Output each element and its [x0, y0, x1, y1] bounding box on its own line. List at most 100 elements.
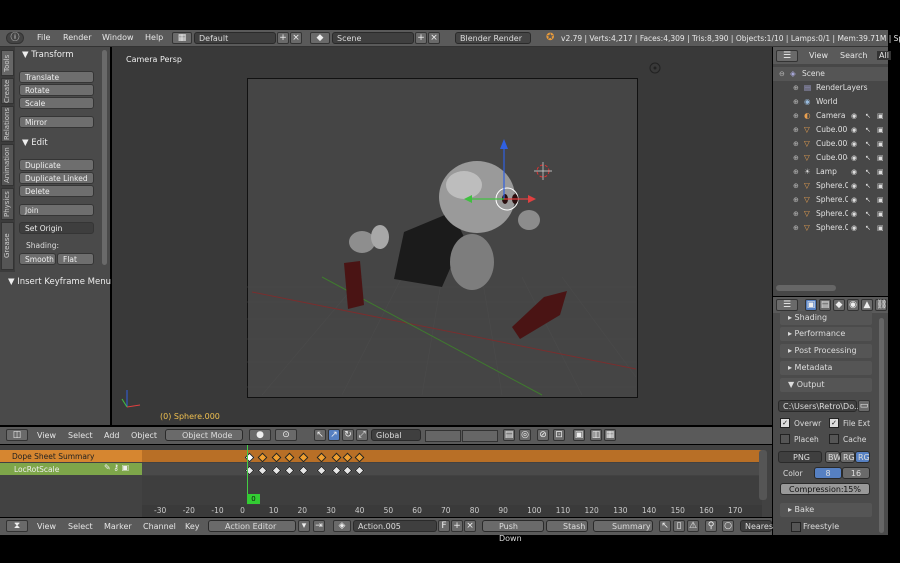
- snap-icon[interactable]: ⊘: [537, 429, 549, 441]
- editor-type-icon[interactable]: ☰: [776, 299, 798, 311]
- tab-grease-pencil[interactable]: Grease Pencil: [1, 222, 14, 270]
- join-button[interactable]: Join: [19, 204, 94, 216]
- editor-type-icon[interactable]: ☰: [776, 50, 798, 62]
- action-name-field[interactable]: Action.005: [353, 520, 437, 532]
- new-action-button[interactable]: +: [451, 520, 463, 532]
- overwrite-checkbox[interactable]: ✓: [780, 418, 790, 428]
- render-icon[interactable]: ▣: [877, 151, 884, 165]
- expand-toggle-icon[interactable]: ⊕: [793, 151, 799, 165]
- shading-panel[interactable]: ▸ Shading: [780, 311, 872, 325]
- scale-button[interactable]: Scale: [19, 97, 94, 109]
- cursor-icon[interactable]: ↖: [865, 123, 871, 137]
- tab-animation[interactable]: Animation: [1, 144, 14, 186]
- current-frame-indicator[interactable]: 0: [247, 494, 260, 504]
- freestyle-checkbox[interactable]: [791, 522, 801, 532]
- viewport-shading-icon[interactable]: ●: [249, 429, 271, 441]
- expand-toggle-icon[interactable]: ⊕: [793, 193, 799, 207]
- eye-icon[interactable]: ◉: [851, 165, 857, 179]
- compression-slider[interactable]: Compression: 15%: [780, 483, 870, 495]
- eye-icon[interactable]: ◉: [851, 109, 857, 123]
- cursor-icon[interactable]: ↖: [865, 151, 871, 165]
- bake-panel[interactable]: ▸ Bake: [780, 503, 872, 517]
- eye-icon[interactable]: ◉: [851, 221, 857, 235]
- expand-toggle-icon[interactable]: ⊕: [793, 81, 799, 95]
- menu-view[interactable]: View: [37, 522, 56, 531]
- outliner-item[interactable]: ⊕ ▤ RenderLayers: [773, 81, 888, 95]
- layers-grid-b[interactable]: [462, 430, 498, 442]
- expand-toggle-icon[interactable]: ⊕: [793, 207, 799, 221]
- transform-orientation-select[interactable]: Global: [371, 429, 421, 441]
- tab-tools[interactable]: Tools: [1, 50, 14, 76]
- interpolation-select[interactable]: Nearest: [740, 520, 776, 532]
- transform-panel-header[interactable]: ▼ Transform: [22, 50, 74, 60]
- editor-type-icon[interactable]: ◫: [6, 429, 28, 441]
- snap-target-icon[interactable]: ⊡: [553, 429, 565, 441]
- expand-toggle-icon[interactable]: ⊕: [793, 123, 799, 137]
- constraints-tab-icon[interactable]: ⛓: [875, 299, 887, 311]
- eye-icon[interactable]: ◉: [851, 151, 857, 165]
- file-extensions-checkbox[interactable]: ✓: [829, 418, 839, 428]
- cursor-icon[interactable]: ↖: [865, 179, 871, 193]
- translate-manipulator-icon[interactable]: ↗: [328, 429, 340, 441]
- only-errors-icon[interactable]: ⚠: [687, 520, 699, 532]
- render-icon[interactable]: ▣: [877, 193, 884, 207]
- metadata-panel[interactable]: ▸ Metadata: [780, 361, 872, 375]
- color-rgba-button[interactable]: RG: [855, 451, 870, 463]
- render-icon[interactable]: ▣: [877, 123, 884, 137]
- render-icon[interactable]: ▣: [877, 109, 884, 123]
- expand-toggle-icon[interactable]: ⊕: [793, 137, 799, 151]
- menu-render[interactable]: Render: [63, 33, 91, 42]
- show-pin-icon[interactable]: ⇥: [313, 520, 325, 532]
- fake-user-button[interactable]: F: [438, 520, 450, 532]
- render-icon[interactable]: ▣: [877, 165, 884, 179]
- menu-file[interactable]: File: [37, 33, 50, 42]
- proportional-edit-icon[interactable]: ◎: [519, 429, 531, 441]
- outliner-item[interactable]: ⊕ ▽ Sphere.003◉ ↖ ▣: [773, 221, 888, 235]
- unlink-action-button[interactable]: ×: [464, 520, 476, 532]
- tab-relations[interactable]: Relations: [1, 106, 14, 142]
- editor-type-icon[interactable]: ⓘ: [6, 32, 24, 44]
- post-processing-panel[interactable]: ▸ Post Processing: [780, 344, 872, 358]
- scene-field[interactable]: Scene: [332, 32, 414, 44]
- remove-layout-button[interactable]: ×: [290, 32, 302, 44]
- manipulator-toggle-icon[interactable]: ↖: [314, 429, 326, 441]
- rotate-manipulator-icon[interactable]: ↻: [342, 429, 354, 441]
- action-browse-icon[interactable]: ◈: [333, 520, 351, 532]
- only-selected-icon[interactable]: ↖: [659, 520, 671, 532]
- object-tab-icon[interactable]: ▲: [861, 299, 873, 311]
- summary-toggle[interactable]: Summary: [593, 520, 653, 532]
- tool-shelf-scrollbar[interactable]: [102, 50, 107, 265]
- stash-button[interactable]: Stash: [546, 520, 588, 532]
- screen-layout-icon[interactable]: ▦: [172, 32, 192, 44]
- filter-icon[interactable]: ⚲: [705, 520, 717, 532]
- summary-track[interactable]: [142, 450, 762, 462]
- eye-icon[interactable]: ◉: [851, 193, 857, 207]
- auto-snap-icon[interactable]: ○: [722, 520, 734, 532]
- viewport-scene[interactable]: [112, 47, 772, 425]
- rotate-button[interactable]: Rotate: [19, 84, 94, 96]
- expand-toggle-icon[interactable]: ⊕: [793, 109, 799, 123]
- menu-search[interactable]: Search: [840, 51, 867, 60]
- layers-grid-a[interactable]: [425, 430, 461, 442]
- scene-icon[interactable]: ◆: [310, 32, 330, 44]
- character-model[interactable]: [344, 161, 567, 339]
- expand-toggle-icon[interactable]: ⊕: [793, 221, 799, 235]
- expand-toggle-icon[interactable]: ⊕: [793, 95, 799, 109]
- outliner-item[interactable]: ⊕ ▽ Sphere.000◉ ↖ ▣: [773, 179, 888, 193]
- render-layers-tab-icon[interactable]: ▤: [819, 299, 831, 311]
- cursor-icon[interactable]: ↖: [865, 193, 871, 207]
- expand-toggle-icon[interactable]: ⊕: [793, 179, 799, 193]
- menu-select[interactable]: Select: [68, 522, 93, 531]
- render-icon[interactable]: ▣: [877, 221, 884, 235]
- outliner-item[interactable]: ⊕ ▽ Sphere.002◉ ↖ ▣: [773, 207, 888, 221]
- cursor-icon[interactable]: ↖: [865, 165, 871, 179]
- dope-sheet-scrollbar[interactable]: [759, 450, 767, 500]
- outliner-scrollbar[interactable]: [776, 285, 836, 291]
- outliner-item[interactable]: ⊕ ▽ Cube.001◉ ↖ ▣: [773, 123, 888, 137]
- eye-icon[interactable]: ◉: [851, 123, 857, 137]
- add-layout-button[interactable]: +: [277, 32, 289, 44]
- outliner-item[interactable]: ⊖ ◈ Scene: [773, 67, 888, 81]
- object-mode-select[interactable]: Object Mode: [165, 429, 243, 441]
- set-origin-dropdown[interactable]: Set Origin: [19, 222, 94, 234]
- outliner-item[interactable]: ⊕ ▽ Sphere.001◉ ↖ ▣: [773, 193, 888, 207]
